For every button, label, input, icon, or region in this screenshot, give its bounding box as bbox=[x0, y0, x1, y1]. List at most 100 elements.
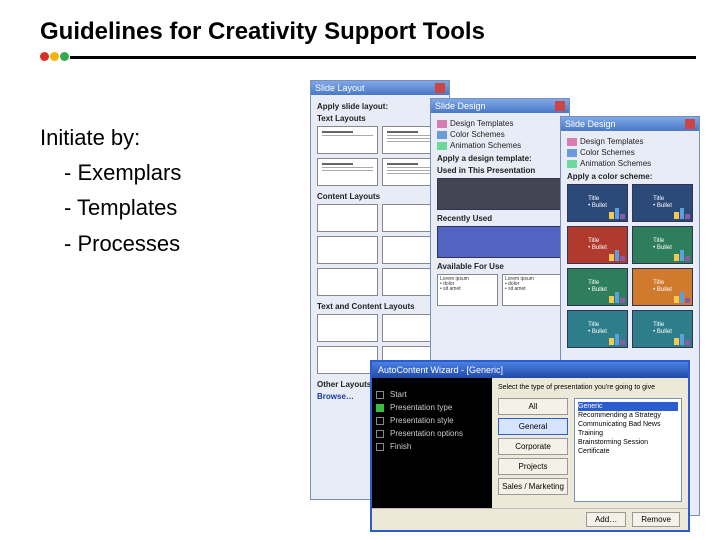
cat-all[interactable]: All bbox=[498, 398, 568, 415]
opt-animation-schemes[interactable]: Animation Schemes bbox=[437, 141, 563, 150]
bullet-dot-green bbox=[60, 52, 69, 61]
close-icon[interactable] bbox=[555, 101, 565, 111]
layout-thumb[interactable] bbox=[317, 346, 378, 374]
wizard-footer: Add… Remove bbox=[372, 508, 688, 530]
opt-animation-schemes-2[interactable]: Animation Schemes bbox=[567, 159, 693, 168]
pane-title-design2: Slide Design bbox=[565, 119, 616, 129]
title-rule bbox=[40, 52, 696, 62]
template-thumb[interactable]: Lorem ipsum• dolor• sit amet bbox=[437, 274, 498, 306]
list-item[interactable]: Recommending a Strategy bbox=[578, 411, 678, 420]
wizard-category-buttons: All General Corporate Projects Sales / M… bbox=[498, 398, 568, 502]
lead-line: Initiate by: bbox=[40, 120, 300, 155]
color-scheme-thumb[interactable]: Title• Bullet bbox=[567, 226, 628, 264]
color-scheme-thumb[interactable]: Title• Bullet bbox=[632, 226, 693, 264]
color-scheme-thumb[interactable]: Title• Bullet bbox=[567, 184, 628, 222]
content-layouts-grid bbox=[317, 204, 443, 296]
text-content-layouts-label: Text and Content Layouts bbox=[317, 302, 443, 311]
design1-options: Design Templates Color Schemes Animation… bbox=[437, 119, 563, 150]
slide-title: Guidelines for Creativity Support Tools bbox=[40, 18, 696, 46]
wizard-step-options[interactable]: Presentation options bbox=[376, 429, 488, 438]
pane-header-layout[interactable]: Slide Layout bbox=[311, 81, 449, 95]
wizard-steps-nav: Start Presentation type Presentation sty… bbox=[372, 378, 492, 508]
color-scheme-thumb[interactable]: Title• Bullet bbox=[567, 310, 628, 348]
wizard-step-style[interactable]: Presentation style bbox=[376, 416, 488, 425]
text-layouts-label: Text Layouts bbox=[317, 114, 443, 123]
layout-thumb[interactable] bbox=[317, 126, 378, 154]
content-layouts-label: Content Layouts bbox=[317, 192, 443, 201]
close-icon[interactable] bbox=[685, 119, 695, 129]
list-item[interactable]: Generic bbox=[578, 402, 678, 411]
recent-label: Recently Used bbox=[437, 214, 563, 223]
layout-thumb[interactable] bbox=[317, 314, 378, 342]
text-layouts-grid bbox=[317, 126, 443, 186]
design2-body: Design Templates Color Schemes Animation… bbox=[561, 131, 699, 352]
used-label: Used in This Presentation bbox=[437, 166, 563, 175]
step-box-icon bbox=[376, 404, 384, 412]
color-scheme-thumb[interactable]: Title• Bullet bbox=[567, 268, 628, 306]
bullet-processes: - Processes bbox=[40, 226, 300, 261]
templates-icon bbox=[567, 138, 577, 146]
color-scheme-grid: Title• Bullet Title• Bullet Title• Bulle… bbox=[567, 184, 693, 348]
used-template-thumb[interactable] bbox=[437, 178, 563, 210]
color-icon bbox=[437, 131, 447, 139]
list-item[interactable]: Brainstorming Session bbox=[578, 438, 678, 447]
opt-design-templates-2[interactable]: Design Templates bbox=[567, 137, 693, 146]
color-scheme-thumb[interactable]: Title• Bullet bbox=[632, 184, 693, 222]
bullet-dot-yellow bbox=[50, 52, 59, 61]
wizard-step-type[interactable]: Presentation type bbox=[376, 403, 488, 412]
step-box-icon bbox=[376, 391, 384, 399]
list-item[interactable]: Certificate bbox=[578, 447, 678, 456]
templates-icon bbox=[437, 120, 447, 128]
add-button[interactable]: Add… bbox=[586, 512, 626, 527]
close-icon[interactable] bbox=[435, 83, 445, 93]
wizard-body: Start Presentation type Presentation sty… bbox=[372, 378, 688, 508]
bullet-templates: - Templates bbox=[40, 190, 300, 225]
template-thumb[interactable]: Lorem ipsum• dolor• sit amet bbox=[502, 274, 563, 306]
apply-template-label: Apply a design template: bbox=[437, 154, 563, 163]
list-item[interactable]: Training bbox=[578, 429, 678, 438]
slide-body-text: Initiate by: - Exemplars - Templates - P… bbox=[40, 120, 300, 261]
avail-grid: Lorem ipsum• dolor• sit amet Lorem ipsum… bbox=[437, 274, 563, 306]
recent-template-thumb[interactable] bbox=[437, 226, 563, 258]
cat-general[interactable]: General bbox=[498, 418, 568, 435]
color-scheme-thumb[interactable]: Title• Bullet bbox=[632, 268, 693, 306]
pane-header-design2[interactable]: Slide Design bbox=[561, 117, 699, 131]
wizard-titlebar[interactable]: AutoContent Wizard - [Generic] bbox=[372, 362, 688, 378]
step-box-icon bbox=[376, 430, 384, 438]
wizard-right-panel: Select the type of presentation you're g… bbox=[492, 378, 688, 508]
step-box-icon bbox=[376, 443, 384, 451]
pane-title-layout: Slide Layout bbox=[315, 83, 365, 93]
layout-thumb[interactable] bbox=[317, 236, 378, 264]
color-scheme-thumb[interactable]: Title• Bullet bbox=[632, 310, 693, 348]
opt-color-schemes[interactable]: Color Schemes bbox=[437, 130, 563, 139]
wizard-step-start[interactable]: Start bbox=[376, 390, 488, 399]
wizard-step-finish[interactable]: Finish bbox=[376, 442, 488, 451]
apply-color-label: Apply a color scheme: bbox=[567, 172, 693, 181]
cat-corporate[interactable]: Corporate bbox=[498, 438, 568, 455]
step-box-icon bbox=[376, 417, 384, 425]
design1-body: Design Templates Color Schemes Animation… bbox=[431, 113, 569, 310]
pane-header-design1[interactable]: Slide Design bbox=[431, 99, 569, 113]
opt-color-schemes-2[interactable]: Color Schemes bbox=[567, 148, 693, 157]
anim-icon bbox=[567, 160, 577, 168]
layout-thumb[interactable] bbox=[317, 158, 378, 186]
cat-projects[interactable]: Projects bbox=[498, 458, 568, 475]
remove-button[interactable]: Remove bbox=[632, 512, 680, 527]
bullet-dot-red bbox=[40, 52, 49, 61]
pane-title-design1: Slide Design bbox=[435, 101, 486, 111]
bullet-exemplars: - Exemplars bbox=[40, 155, 300, 190]
apply-layout-label: Apply slide layout: bbox=[317, 102, 443, 111]
layout-thumb[interactable] bbox=[317, 204, 378, 232]
horizontal-rule bbox=[70, 56, 696, 59]
layout-thumb[interactable] bbox=[317, 268, 378, 296]
autocontent-wizard-window: AutoContent Wizard - [Generic] Start Pre… bbox=[370, 360, 690, 532]
slide-title-area: Guidelines for Creativity Support Tools bbox=[0, 0, 720, 66]
list-item[interactable]: Communicating Bad News bbox=[578, 420, 678, 429]
cat-sales-marketing[interactable]: Sales / Marketing bbox=[498, 478, 568, 495]
design2-options: Design Templates Color Schemes Animation… bbox=[567, 137, 693, 168]
color-icon bbox=[567, 149, 577, 157]
opt-design-templates[interactable]: Design Templates bbox=[437, 119, 563, 128]
wizard-prompt: Select the type of presentation you're g… bbox=[498, 384, 682, 391]
wizard-presentation-list[interactable]: Generic Recommending a Strategy Communic… bbox=[574, 398, 682, 502]
anim-icon bbox=[437, 142, 447, 150]
